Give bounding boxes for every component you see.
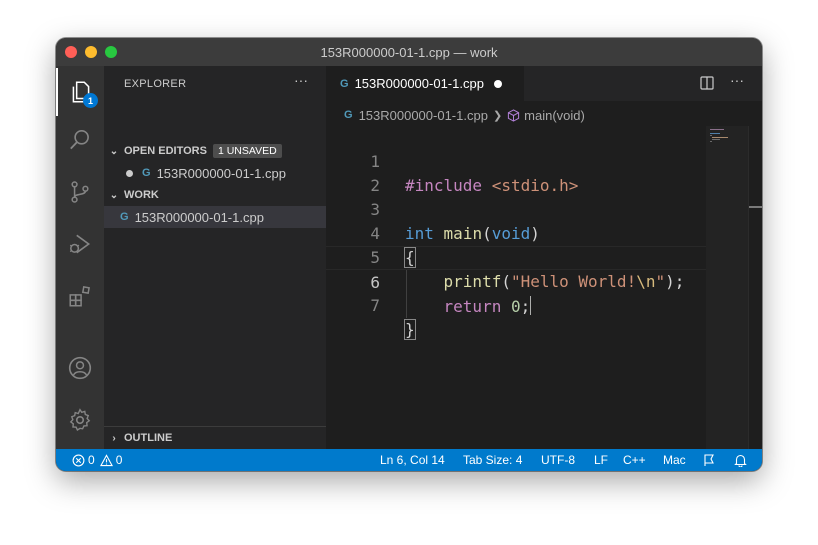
- matching-brace: }: [404, 319, 416, 340]
- code-line[interactable]: 2: [326, 150, 706, 195]
- chevron-down-icon: ⌄: [109, 145, 119, 157]
- feedback-button[interactable]: [703, 449, 717, 471]
- encoding[interactable]: UTF-8: [541, 449, 575, 471]
- account-icon: [68, 356, 92, 380]
- explorer-activity[interactable]: 1: [56, 68, 104, 116]
- code-line[interactable]: 4 {: [326, 198, 706, 268]
- source-control-activity[interactable]: [56, 168, 104, 216]
- explorer-badge: 1: [83, 93, 98, 108]
- code-token: ;: [520, 297, 531, 316]
- line-number: 7: [370, 296, 380, 315]
- bell-icon: [734, 454, 747, 467]
- notifications-button[interactable]: [734, 449, 747, 471]
- breadcrumb-file[interactable]: 153R000000-01-1.cpp: [359, 108, 488, 123]
- current-code-line[interactable]: 6 return 0;: [326, 246, 706, 316]
- code-token: return: [443, 297, 502, 316]
- breadcrumb: G 153R000000-01-1.cpp ❯ main(void): [344, 104, 585, 126]
- warning-icon: [99, 453, 113, 466]
- minimap[interactable]: [706, 126, 748, 449]
- cpp-file-icon: G: [344, 109, 353, 121]
- minimap-line: [712, 139, 720, 140]
- open-editors-label: OPEN EDITORS: [124, 145, 207, 157]
- code-line[interactable]: 3 int main(void): [326, 174, 706, 243]
- platform[interactable]: Mac: [663, 449, 686, 471]
- chevron-right-icon: ❯: [492, 109, 503, 122]
- editor-more-actions[interactable]: ···: [730, 72, 744, 88]
- extensions-activity[interactable]: [56, 272, 104, 320]
- accounts-activity[interactable]: [56, 344, 104, 392]
- text-cursor: [530, 296, 532, 315]
- scrollbar-cursor-marker: [749, 206, 762, 208]
- search-activity[interactable]: [56, 116, 104, 164]
- minimap-line: [710, 141, 712, 142]
- explorer-sidebar: EXPLORER ··· ⌄ OPEN EDITORS 1 UNSAVED G …: [104, 66, 326, 449]
- chevron-right-icon: ›: [112, 432, 116, 444]
- problems-indicator[interactable]: 0 0: [72, 449, 122, 471]
- cpp-file-icon: G: [142, 167, 151, 179]
- outline-section-header[interactable]: › OUTLINE: [104, 427, 326, 449]
- manage-activity[interactable]: [56, 396, 104, 444]
- editor-tab-label: 153R000000-01-1.cpp: [354, 76, 484, 91]
- breadcrumb-symbol[interactable]: main(void): [524, 108, 585, 123]
- minimap-line: [712, 137, 728, 138]
- language-mode[interactable]: C++: [623, 449, 646, 471]
- unsaved-dot-icon: [126, 169, 133, 177]
- code-line[interactable]: 7 }: [326, 270, 706, 340]
- work-file-item[interactable]: G 153R000000-01-1.cpp: [104, 206, 326, 228]
- source-control-icon: [71, 181, 89, 203]
- minimap-line: [710, 135, 712, 136]
- explorer-title: EXPLORER: [124, 78, 187, 90]
- code-line[interactable]: 1 #include <stdio.h>: [326, 126, 706, 195]
- editor-area: G 153R000000-01-1.cpp ··· G 153R000000-0…: [326, 66, 762, 449]
- minimap-slider[interactable]: [706, 126, 748, 449]
- editor-tab[interactable]: G 153R000000-01-1.cpp: [326, 66, 524, 101]
- gear-icon: [69, 408, 91, 431]
- vertical-scrollbar[interactable]: [748, 126, 762, 449]
- extensions-icon: [69, 286, 90, 307]
- split-editor-icon[interactable]: [700, 76, 714, 90]
- vscode-window: 153R000000-01-1.cpp — work 1 EXPLORER ··…: [56, 38, 762, 471]
- explorer-more-actions[interactable]: ···: [294, 72, 308, 88]
- open-editors-section-header[interactable]: ⌄ OPEN EDITORS 1 UNSAVED: [104, 140, 326, 162]
- unsaved-badge: 1 UNSAVED: [212, 144, 282, 158]
- work-filename: 153R000000-01-1.cpp: [134, 209, 264, 225]
- search-icon: [70, 129, 89, 150]
- cursor-position[interactable]: Ln 6, Col 14: [380, 449, 445, 471]
- code-line[interactable]: 5 printf("Hello World!\n");: [326, 222, 706, 291]
- end-of-line[interactable]: LF: [594, 449, 608, 471]
- feedback-icon: [704, 454, 714, 466]
- activity-bar: 1: [56, 66, 104, 449]
- error-count: 0: [88, 453, 95, 467]
- method-cube-icon: [508, 108, 520, 122]
- outline-label: OUTLINE: [124, 432, 173, 444]
- modified-dot-icon[interactable]: [493, 79, 502, 88]
- status-bar: 0 0 Ln 6, Col 14 Tab Size: 4 UTF-8 LF C+…: [56, 449, 762, 471]
- work-folder-label: WORK: [124, 189, 159, 201]
- window-title: 153R000000-01-1.cpp — work: [320, 45, 498, 60]
- minimap-line: [710, 129, 724, 130]
- minimap-line: [710, 133, 720, 134]
- cpp-file-icon: G: [120, 211, 129, 223]
- code-token: 0: [510, 297, 521, 316]
- work-section-header[interactable]: ⌄ WORK: [104, 184, 326, 206]
- error-icon: [72, 454, 85, 466]
- run-debug-icon: [69, 234, 91, 254]
- run-debug-activity[interactable]: [56, 220, 104, 268]
- open-editor-item[interactable]: G 153R000000-01-1.cpp: [104, 162, 326, 184]
- tab-size[interactable]: Tab Size: 4: [463, 449, 522, 471]
- warning-count: 0: [115, 453, 123, 467]
- cpp-file-icon: G: [340, 77, 349, 90]
- title-bar: 153R000000-01-1.cpp — work: [56, 38, 762, 66]
- open-editor-filename: 153R000000-01-1.cpp: [156, 165, 286, 181]
- chevron-down-icon: ⌄: [109, 189, 119, 201]
- editor-tab-bar: G 153R000000-01-1.cpp ···: [326, 66, 762, 101]
